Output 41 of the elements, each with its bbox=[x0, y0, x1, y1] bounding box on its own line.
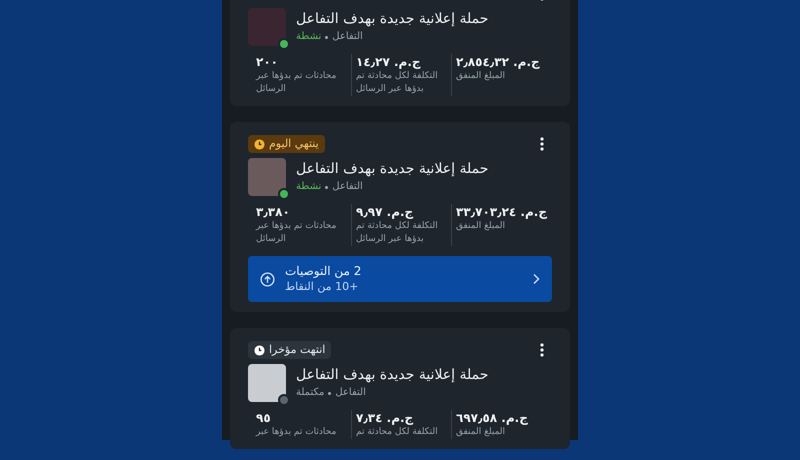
campaign-status: نشطة bbox=[296, 30, 322, 44]
metric-label: محادثات تم بدؤها عبر bbox=[256, 426, 338, 439]
metric-value: ٣٫٣٨٠ bbox=[256, 204, 290, 220]
campaign-thumbnail bbox=[248, 364, 286, 402]
campaign-thumbnail bbox=[248, 8, 286, 46]
campaign-objective: التفاعل bbox=[332, 180, 363, 194]
metric-label: التكلفة لكل محادثة تم بدؤها عبر الرسائل bbox=[356, 70, 439, 96]
metric-value: ٢٠٠ bbox=[256, 54, 278, 70]
metric-value: ج.م. ٩٫٩٧ bbox=[356, 204, 414, 220]
more-options-icon bbox=[540, 343, 544, 357]
metric-label: المبلغ المنفق bbox=[456, 70, 506, 83]
campaign-objective: التفاعل bbox=[332, 30, 363, 44]
campaign-title: حملة إعلانية جديدة بهدف التفاعل bbox=[296, 366, 488, 385]
metric-label: محادثات تم بدؤها عبر الرسائل bbox=[256, 220, 338, 246]
campaign-status: مكتملة bbox=[296, 386, 324, 400]
metric-label: محادثات تم بدؤها عبر الرسائل bbox=[256, 70, 338, 96]
campaign-thumbnail bbox=[248, 158, 286, 196]
recommendations-points: +10 من النقاط bbox=[285, 279, 358, 295]
metric-label: التكلفة لكل محادثة تم bbox=[356, 426, 439, 439]
metric-value: ج.م. ٦٩٧٫٥٨ bbox=[456, 410, 528, 426]
campaign-title: حملة إعلانية جديدة بهدف التفاعل bbox=[296, 10, 488, 29]
recommendations-title: 2 من التوصيات bbox=[285, 263, 362, 279]
chevron-right-icon bbox=[532, 273, 540, 285]
campaign-title: حملة إعلانية جديدة بهدف التفاعل bbox=[296, 160, 488, 179]
metric-value: ج.م. ٧٫٣٤ bbox=[356, 410, 414, 426]
metric-label: المبلغ المنفق bbox=[456, 426, 506, 439]
metric-label: المبلغ المنفق bbox=[456, 220, 506, 233]
recommendations-banner[interactable]: 2 من التوصيات +10 من النقاط bbox=[248, 256, 552, 302]
more-options-icon bbox=[540, 137, 544, 151]
campaign-objective: التفاعل bbox=[335, 386, 366, 400]
clock-icon bbox=[254, 138, 265, 150]
metric-value: ج.م. ٢٫٨٥٤٫٣٢ bbox=[456, 54, 540, 70]
clock-icon bbox=[254, 344, 265, 356]
upload-icon bbox=[260, 272, 275, 286]
metric-value: ج.م. ١٤٫٢٧ bbox=[356, 54, 421, 70]
metric-label: التكلفة لكل محادثة تم بدؤها عبر الرسائل bbox=[356, 220, 439, 246]
metric-value: ٩٥ bbox=[256, 410, 271, 426]
status-badge: انتهت مؤخرا bbox=[248, 341, 332, 359]
status-badge: ينتهي اليوم bbox=[248, 135, 325, 153]
metric-value: ج.م. ٣٣٫٧٠٣٫٢٤ bbox=[456, 204, 547, 220]
campaign-status: نشطة bbox=[296, 180, 322, 194]
